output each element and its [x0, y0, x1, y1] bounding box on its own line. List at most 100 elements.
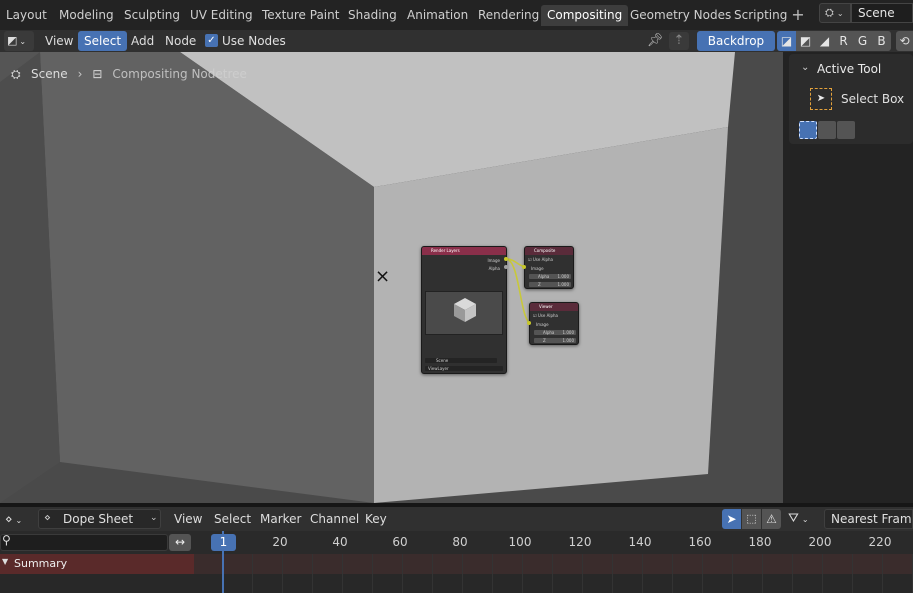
menu-select[interactable]: Select [78, 31, 128, 51]
scene-name-field[interactable]: Scene [851, 3, 913, 23]
editor-type-button[interactable]: ◩ ⌄ [4, 31, 34, 51]
tab-texture-paint[interactable]: Texture Paint [256, 5, 345, 26]
frame-tick-label: 20 [272, 535, 288, 549]
swap-icon[interactable]: ↔ [169, 534, 191, 551]
filter-icon[interactable]: ⛛ ⌄ [786, 509, 818, 529]
menu-select[interactable]: Select [210, 509, 255, 529]
chevron-down-icon: ⌄ [15, 516, 23, 525]
viewer-node-header[interactable]: Viewer [530, 303, 578, 311]
image-output-socket[interactable] [504, 257, 508, 261]
menu-add[interactable]: Add [125, 31, 160, 51]
render-layers-node[interactable]: Render Layers Image Alpha Scene ViewLaye… [421, 246, 507, 374]
channel-list [0, 574, 194, 593]
frame-tick-label: 160 [688, 535, 712, 549]
tab-uv-editing[interactable]: UV Editing [184, 5, 259, 26]
menu-view[interactable]: View [170, 509, 206, 529]
channel-rgb-icon[interactable]: ◪ [777, 31, 796, 51]
output-alpha-label: Alpha [488, 266, 500, 271]
mode-extend-icon[interactable] [818, 121, 836, 139]
use-nodes-label: Use Nodes [222, 34, 286, 48]
menu-key[interactable]: Key [361, 509, 391, 529]
backdrop-options-icon[interactable]: ⟲ [896, 31, 913, 51]
panel-title[interactable]: Active Tool [817, 62, 881, 76]
editor-type-button[interactable]: ⋄ ⌄ [3, 509, 33, 529]
scene-selector-field[interactable]: Scene [425, 358, 497, 363]
chevron-down-icon[interactable]: ▼ [2, 557, 8, 566]
menu-view[interactable]: View [39, 31, 79, 51]
tab-layout[interactable]: Layout [0, 5, 53, 26]
frame-tick-label: 100 [508, 535, 532, 549]
select-box-icon[interactable]: ➤ [810, 88, 832, 110]
z-field[interactable]: Z 1.000 [534, 338, 576, 343]
tab-scripting[interactable]: Scripting [728, 5, 793, 26]
grid-line [762, 554, 763, 593]
breadcrumb: ⛭ Scene › ⊟ Compositing Nodetree [11, 66, 247, 82]
current-frame-indicator[interactable]: 1 [211, 534, 236, 551]
composite-node[interactable]: Composite ☑ Use Alpha Image Alpha 1.000 … [524, 246, 574, 289]
grid-line [402, 554, 403, 593]
alpha-output-socket[interactable] [504, 265, 508, 269]
show-hidden-icon[interactable]: ⬚ [742, 509, 761, 529]
menu-marker[interactable]: Marker [256, 509, 305, 529]
menu-node[interactable]: Node [159, 31, 202, 51]
frame-tick-label: 40 [332, 535, 348, 549]
parent-node-tree-icon[interactable]: ⇡ [669, 32, 689, 50]
only-show-selected-icon[interactable]: ➤ [722, 509, 741, 529]
grid-line [822, 554, 823, 593]
summary-channel[interactable]: Summary [0, 554, 194, 574]
chevron-down-icon[interactable]: ⌄ [801, 62, 809, 73]
render-layers-node-header[interactable]: Render Layers [422, 247, 506, 255]
use-nodes-checkbox[interactable]: ✓ [205, 34, 218, 47]
only-show-errors-icon[interactable]: ⚠ [762, 509, 781, 529]
grid-line [432, 554, 433, 593]
use-alpha-checkbox[interactable]: ☑ Use Alpha [528, 257, 553, 262]
mode-subtract-icon[interactable] [837, 121, 855, 139]
grid-line [672, 554, 673, 593]
use-alpha-checkbox[interactable]: ☑ Use Alpha [533, 313, 558, 318]
active-tool-panel: ⌄ Active Tool ➤ Select Box [789, 54, 913, 144]
channel-rgba-icon[interactable]: ◩ [796, 31, 815, 51]
dope-sheet-mode-select[interactable]: Dope Sheet [38, 509, 161, 529]
tab-geometry-nodes[interactable]: Geometry Nodes [624, 5, 737, 26]
channel-b-button[interactable]: B [872, 31, 891, 51]
tab-modeling[interactable]: Modeling [53, 5, 120, 26]
channel-g-button[interactable]: G [853, 31, 872, 51]
view-layer-field[interactable]: ViewLayer [425, 366, 503, 371]
pin-icon[interactable]: 📌︎ [646, 32, 664, 50]
grid-line [312, 554, 313, 593]
channel-r-button[interactable]: R [834, 31, 853, 51]
frame-ruler[interactable] [194, 531, 913, 554]
snap-mode-select[interactable]: Nearest Frame [824, 509, 913, 529]
scene-selector[interactable]: ⛭ ⌄ [819, 3, 851, 23]
tab-rendering[interactable]: Rendering [472, 5, 545, 26]
composite-image-socket[interactable] [522, 265, 526, 269]
alpha-field[interactable]: Alpha 1.000 [534, 330, 576, 335]
tab-compositing[interactable]: Compositing [541, 5, 629, 26]
chevron-down-icon: ⌄ [150, 513, 158, 523]
add-workspace-button[interactable]: + [789, 4, 807, 26]
z-field[interactable]: Z 1.000 [529, 282, 571, 287]
input-image-label: Image [531, 266, 544, 271]
composite-node-header[interactable]: Composite [525, 247, 573, 255]
channel-search-input[interactable] [0, 534, 168, 551]
scene-icon: ⛭ [11, 66, 21, 81]
node-editor-canvas[interactable]: ⛭ Scene › ⊟ Compositing Nodetree ⨯ Rende… [0, 52, 783, 503]
menu-channel[interactable]: Channel [306, 509, 363, 529]
tab-animation[interactable]: Animation [401, 5, 474, 26]
channel-alpha-icon[interactable]: ◢ [815, 31, 834, 51]
chevron-down-icon: ⌄ [836, 9, 844, 18]
alpha-field[interactable]: Alpha 1.000 [529, 274, 571, 279]
grid-line [852, 554, 853, 593]
node-title: Render Layers [431, 248, 460, 253]
tab-shading[interactable]: Shading [342, 5, 403, 26]
backdrop-toggle[interactable]: Backdrop [697, 31, 775, 51]
output-image-label: Image [487, 258, 500, 263]
viewer-node[interactable]: Viewer ☑ Use Alpha Image Alpha 1.000 Z 1… [529, 302, 579, 345]
chevron-down-icon: ⌄ [801, 515, 809, 524]
mode-new-icon[interactable] [799, 121, 817, 139]
node-title: Viewer [539, 304, 553, 309]
render-preview [425, 291, 503, 335]
node-title: Composite [534, 248, 556, 253]
viewer-image-socket[interactable] [527, 321, 531, 325]
tab-sculpting[interactable]: Sculpting [118, 5, 186, 26]
